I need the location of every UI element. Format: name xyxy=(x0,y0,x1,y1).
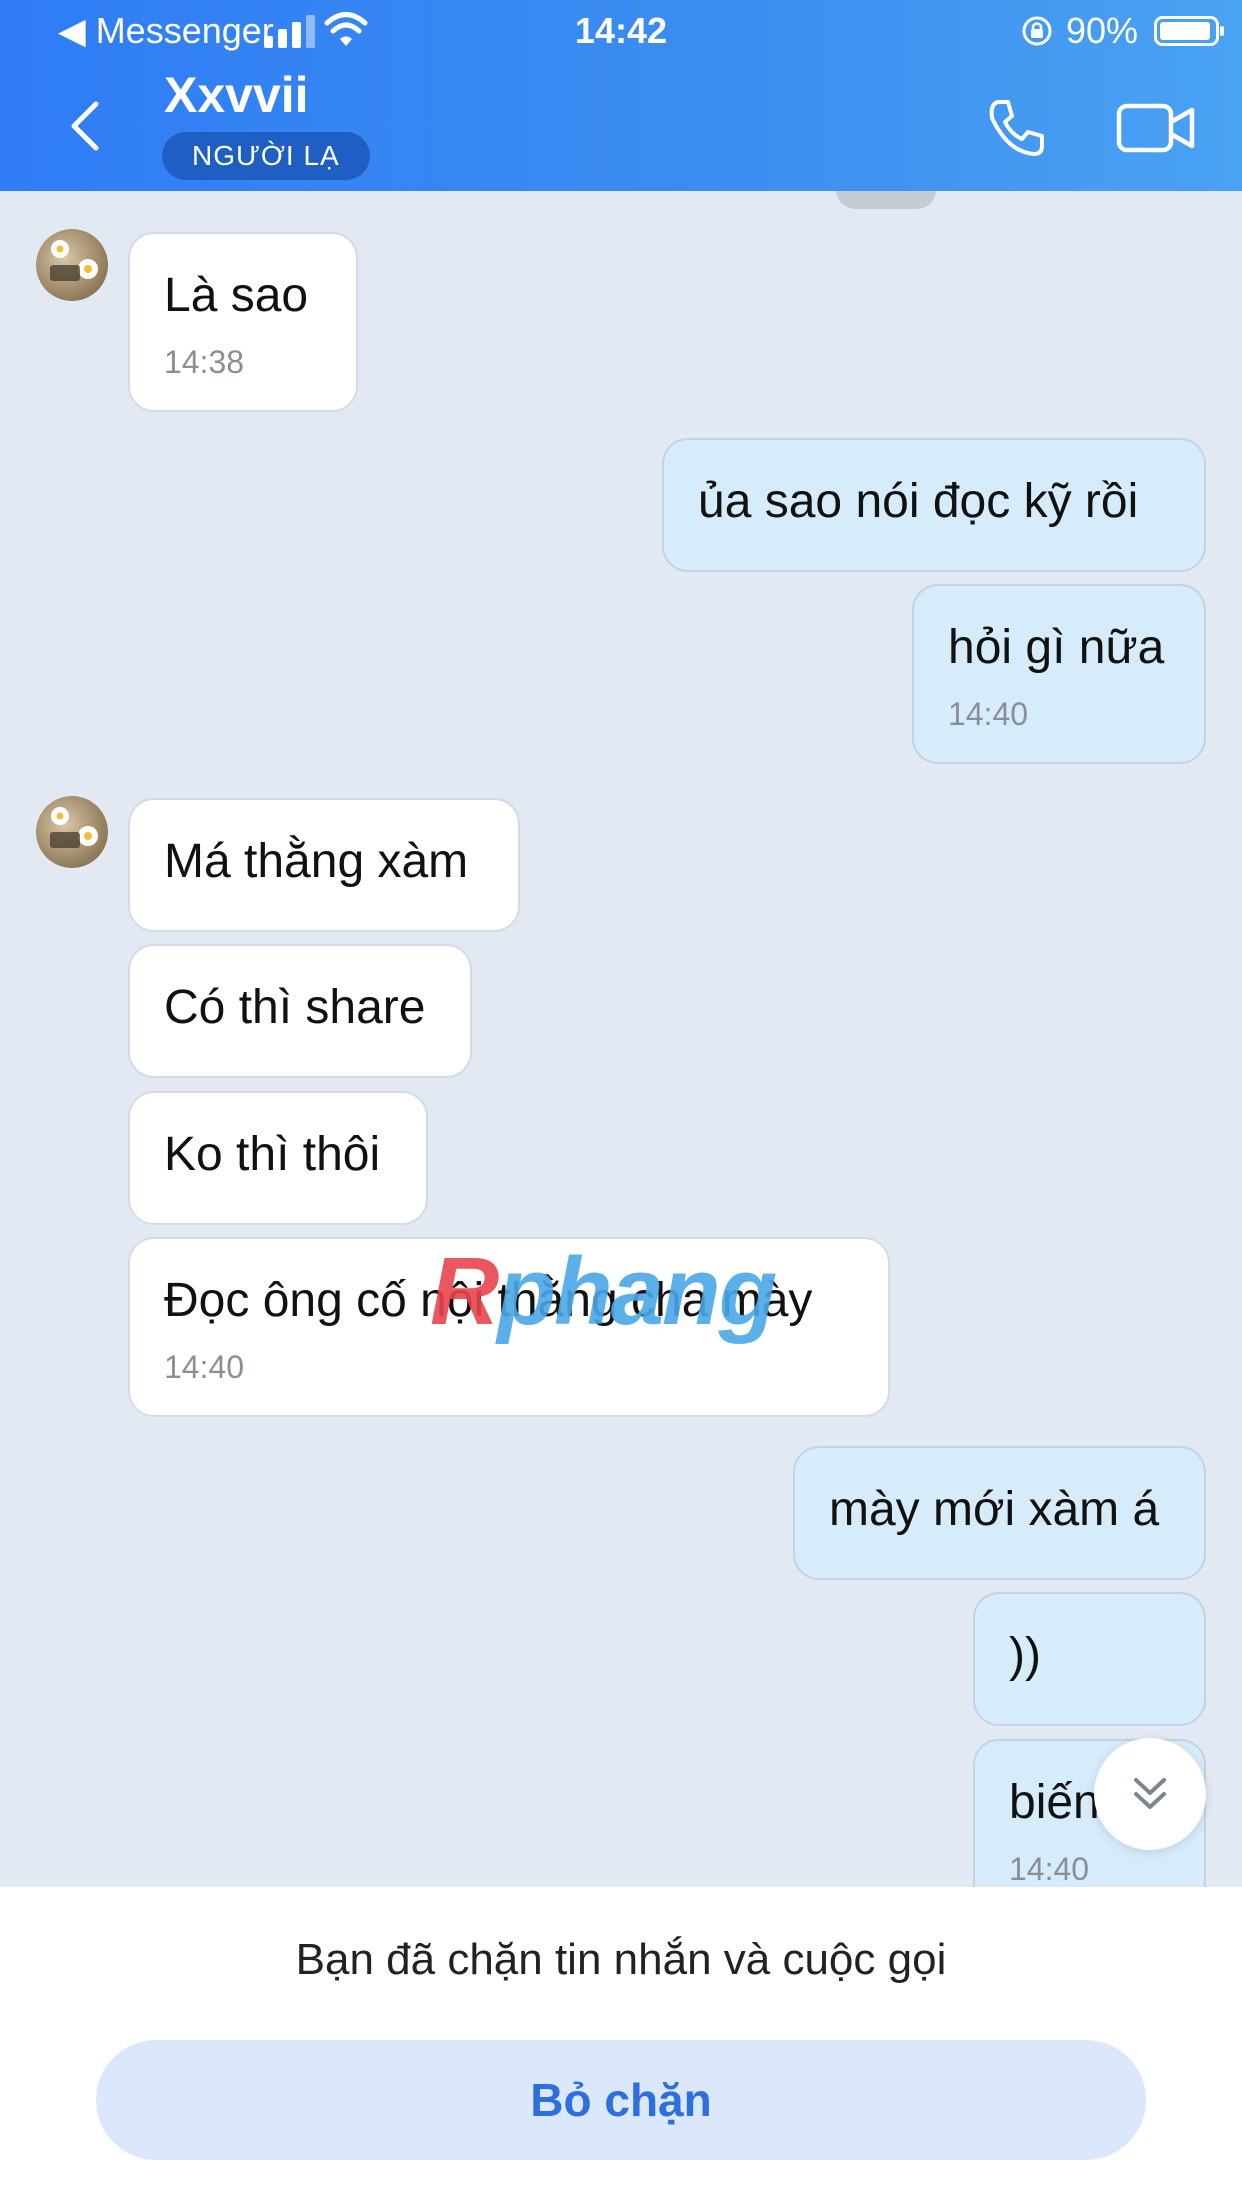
previous-item-indicator xyxy=(836,191,936,209)
video-camera-icon[interactable] xyxy=(1116,100,1196,156)
double-chevron-down-icon xyxy=(1134,1778,1166,1809)
message-time: 14:40 xyxy=(164,1349,245,1385)
message-time: 14:38 xyxy=(164,344,245,380)
message-bubble-sent[interactable]: ủa sao nói đọc kỹ rồi xyxy=(662,438,1206,572)
message-bubble-sent[interactable]: hỏi gì nữa 14:40 xyxy=(912,584,1206,764)
message-bubble-sent[interactable]: mày mới xàm á xyxy=(793,1446,1206,1580)
stranger-badge: NGƯỜI LẠ xyxy=(162,132,370,180)
message-bubble-received[interactable]: Má thằng xàm xyxy=(128,798,520,932)
message-text: ủa sao nói đọc kỹ rồi xyxy=(698,475,1139,528)
message-time: 14:40 xyxy=(1009,1851,1090,1887)
battery-percent: 90% xyxy=(1066,10,1139,51)
message-bubble-received[interactable]: Là sao 14:38 xyxy=(128,232,358,412)
message-bubble-received[interactable]: Ko thì thôi xyxy=(128,1091,428,1225)
message-time: 14:40 xyxy=(948,696,1029,732)
message-text: Ko thì thôi xyxy=(164,1128,381,1181)
status-bar: ◀ Messenger 14:42 90% xyxy=(0,0,1242,62)
phone-icon[interactable] xyxy=(984,96,1048,160)
avatar[interactable] xyxy=(36,229,108,301)
scroll-to-bottom-button[interactable] xyxy=(1094,1738,1206,1850)
message-text: Má thằng xàm xyxy=(164,835,469,888)
orientation-lock-icon xyxy=(1022,16,1052,46)
daisy-icon xyxy=(50,807,98,848)
contact-name[interactable]: Xxvvii xyxy=(164,66,309,124)
watermark-logo: Rphang xyxy=(430,1238,777,1345)
message-text: Có thì share xyxy=(164,981,426,1034)
message-bubble-sent[interactable]: )) xyxy=(973,1592,1206,1726)
message-text: Là sao xyxy=(164,269,309,322)
blocked-footer: Bạn đã chặn tin nhắn và cuộc gọi Bỏ chặn xyxy=(0,1887,1242,2208)
chat-header: ◀ Messenger 14:42 90% Xxvvii NGƯỜI LẠ xyxy=(0,0,1242,191)
battery-icon xyxy=(1154,16,1224,46)
message-text: mày mới xàm á xyxy=(829,1483,1160,1536)
message-bubble-received[interactable]: Có thì share xyxy=(128,944,472,1078)
clock: 14:42 xyxy=(574,10,668,51)
message-text: )) xyxy=(1009,1629,1041,1682)
message-text: hỏi gì nữa xyxy=(948,621,1165,674)
back-chevron-icon[interactable] xyxy=(62,96,112,156)
message-list[interactable]: Là sao 14:38 ủa sao nói đọc kỹ rồi hỏi g… xyxy=(0,191,1242,1887)
unblock-button[interactable]: Bỏ chặn xyxy=(96,2040,1146,2160)
avatar[interactable] xyxy=(36,796,108,868)
blocked-notice: Bạn đã chặn tin nhắn và cuộc gọi xyxy=(295,1935,947,1984)
daisy-icon xyxy=(50,240,98,281)
